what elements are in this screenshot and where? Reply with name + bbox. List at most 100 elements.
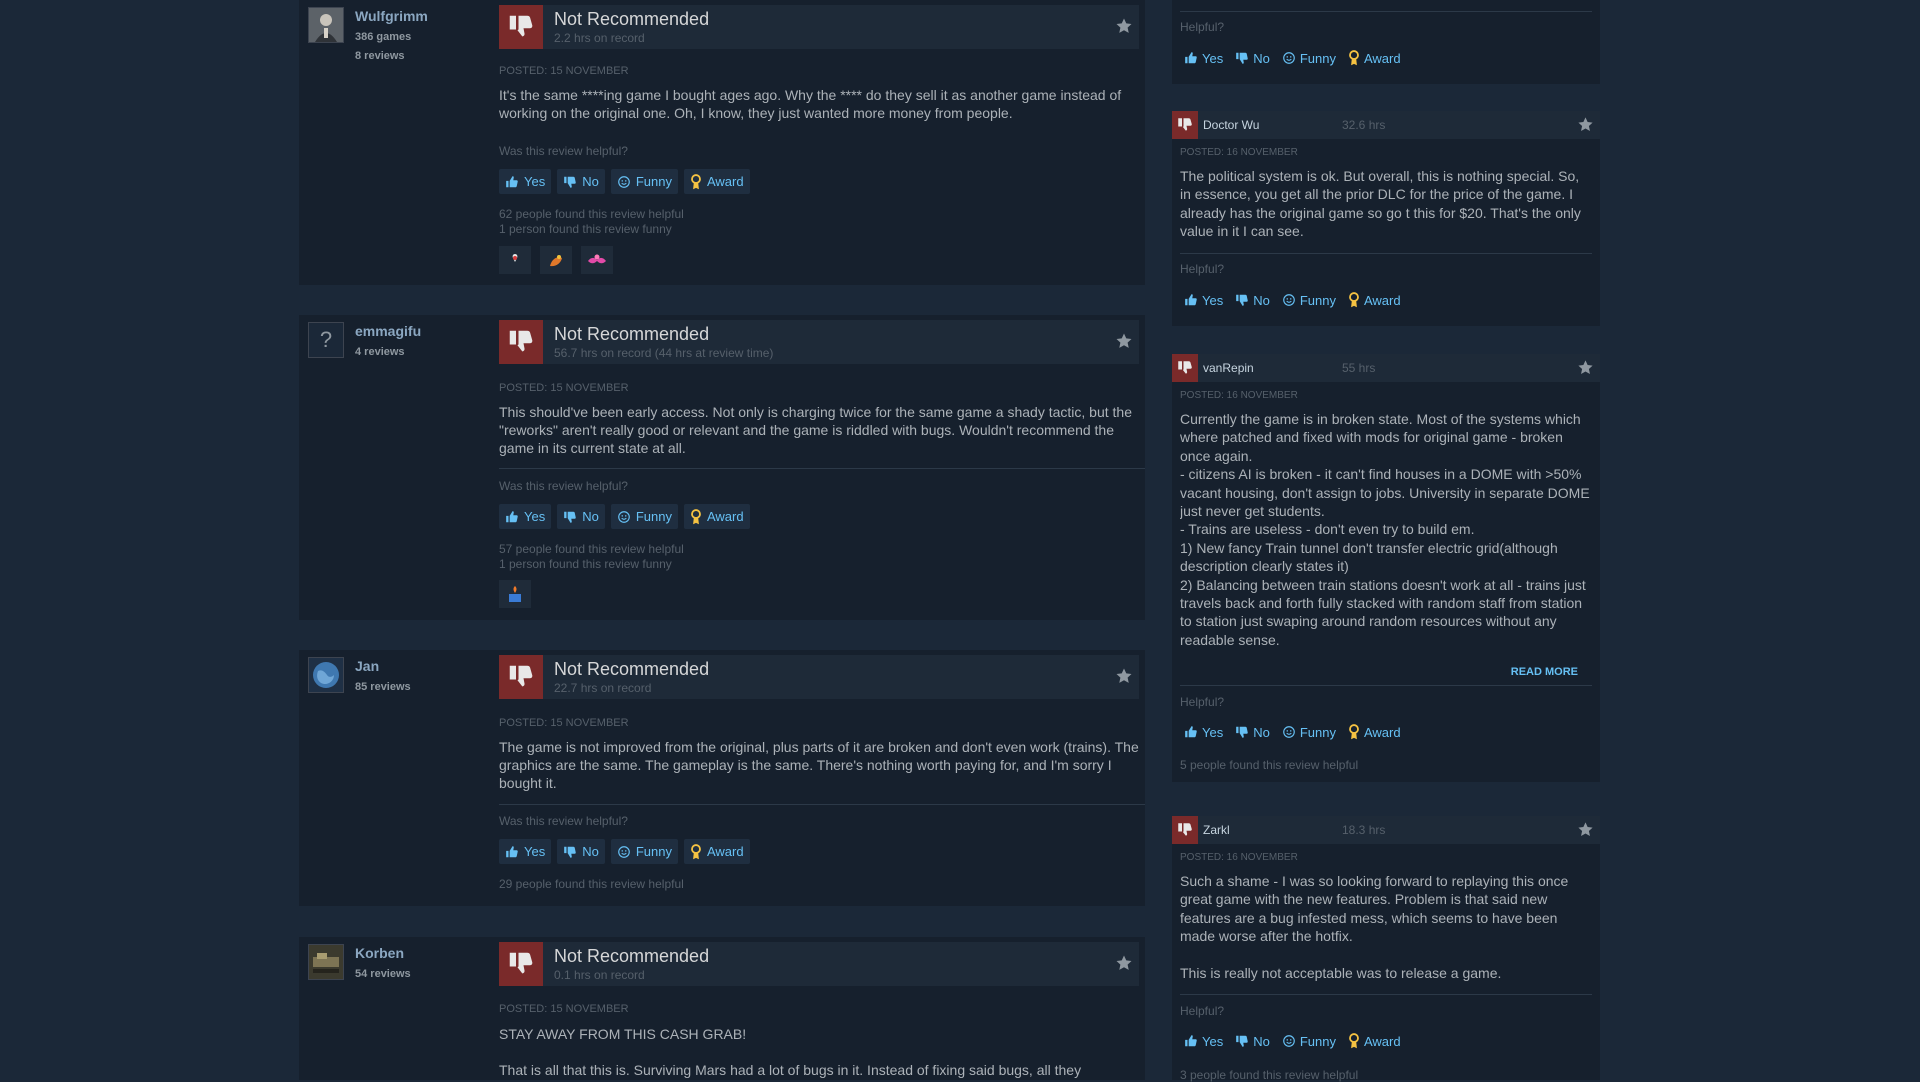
award-badge-icon[interactable] bbox=[499, 246, 531, 274]
author-name[interactable]: Wulfgrimm bbox=[355, 8, 428, 24]
no-label: No bbox=[1253, 292, 1270, 308]
award-button[interactable]: Award bbox=[683, 839, 750, 864]
posted-date: Posted: 15 November bbox=[499, 65, 629, 77]
author-name[interactable]: Doctor Wu bbox=[1203, 118, 1259, 132]
review-card: Jan 85 reviews Not Recommended 22.7 hrs … bbox=[299, 650, 1145, 906]
review-text: The game is not improved from the origin… bbox=[499, 739, 1139, 791]
yes-button[interactable]: Yes bbox=[1180, 46, 1227, 70]
vote-buttons: Yes No Funny Award bbox=[1180, 720, 1405, 744]
star-icon[interactable] bbox=[1115, 17, 1133, 35]
thumbs-up-icon bbox=[1185, 726, 1197, 738]
avatar[interactable] bbox=[308, 657, 344, 693]
funny-button[interactable]: Funny bbox=[1278, 46, 1340, 70]
funny-label: Funny bbox=[1299, 292, 1336, 308]
yes-button[interactable]: Yes bbox=[1180, 720, 1227, 744]
yes-button[interactable]: Yes bbox=[1180, 288, 1227, 312]
award-badge-icon[interactable] bbox=[581, 246, 613, 274]
author-reviews-count[interactable]: 85 reviews bbox=[355, 681, 411, 693]
smiley-icon bbox=[1283, 1035, 1295, 1047]
funny-button[interactable]: Funny bbox=[610, 169, 678, 194]
star-icon[interactable] bbox=[1115, 954, 1133, 972]
no-button[interactable]: No bbox=[1231, 46, 1274, 70]
award-icon bbox=[1349, 724, 1359, 740]
yes-button[interactable]: Yes bbox=[499, 169, 552, 194]
author-reviews-count[interactable]: 4 reviews bbox=[355, 346, 405, 358]
review-header[interactable]: vanRepin 55 hrs bbox=[1172, 354, 1600, 382]
award-button[interactable]: Award bbox=[1344, 288, 1405, 312]
review-header[interactable]: Doctor Wu 32.6 hrs bbox=[1172, 111, 1600, 139]
author-name[interactable]: Zarkl bbox=[1203, 823, 1230, 837]
posted-date: Posted: 16 November bbox=[1180, 147, 1298, 158]
no-button[interactable]: No bbox=[1231, 288, 1274, 312]
funny-button[interactable]: Funny bbox=[1278, 1029, 1340, 1053]
yes-label: Yes bbox=[524, 844, 546, 859]
star-icon[interactable] bbox=[1577, 116, 1594, 133]
award-badge-icon[interactable] bbox=[540, 246, 572, 274]
author-name[interactable]: Korben bbox=[355, 945, 404, 961]
thumbs-down-icon bbox=[499, 5, 543, 49]
no-button[interactable]: No bbox=[557, 839, 605, 864]
star-icon[interactable] bbox=[1577, 821, 1594, 838]
funny-button[interactable]: Funny bbox=[610, 504, 678, 529]
award-button[interactable]: Award bbox=[1344, 46, 1405, 70]
avatar[interactable]: ? bbox=[308, 322, 344, 358]
award-button[interactable]: Award bbox=[1344, 720, 1405, 744]
found-helpful-count: 5 people found this review helpful bbox=[1180, 758, 1359, 772]
funny-label: Funny bbox=[635, 174, 672, 189]
author-name[interactable]: Jan bbox=[355, 658, 379, 674]
review-header[interactable]: Zarkl 18.3 hrs bbox=[1172, 816, 1600, 844]
star-icon[interactable] bbox=[1115, 332, 1133, 350]
posted-date: Posted: 15 November bbox=[499, 717, 629, 729]
hours-on-record: 0.1 hrs on record bbox=[554, 968, 645, 982]
yes-button[interactable]: Yes bbox=[499, 504, 552, 529]
funny-button[interactable]: Funny bbox=[1278, 288, 1340, 312]
award-icon bbox=[691, 173, 701, 189]
thumbs-up-icon bbox=[1185, 52, 1197, 64]
helpful-question: Was this review helpful? bbox=[499, 479, 628, 493]
vote-header[interactable]: Not Recommended 56.7 hrs on record (44 h… bbox=[499, 320, 1139, 364]
smiley-icon bbox=[618, 175, 630, 188]
review-text: The political system is ok. But overall,… bbox=[1180, 168, 1581, 240]
smiley-icon bbox=[618, 510, 630, 523]
review-line: 1) New fancy Train tunnel don't transfer… bbox=[1180, 539, 1558, 575]
star-icon[interactable] bbox=[1577, 359, 1594, 376]
no-button[interactable]: No bbox=[1231, 1029, 1274, 1053]
avatar[interactable] bbox=[308, 944, 344, 980]
vote-header[interactable]: Not Recommended 0.1 hrs on record bbox=[499, 942, 1139, 986]
posted-date: Posted: 15 November bbox=[499, 382, 629, 394]
avatar[interactable] bbox=[308, 7, 344, 43]
yes-button[interactable]: Yes bbox=[499, 839, 552, 864]
no-label: No bbox=[582, 509, 599, 524]
review-line: Currently the game is in broken state. M… bbox=[1180, 411, 1581, 464]
review-text: Such a shame - I was so looking forward … bbox=[1180, 873, 1569, 945]
yes-label: Yes bbox=[524, 174, 546, 189]
yes-label: Yes bbox=[524, 509, 546, 524]
award-button[interactable]: Award bbox=[1344, 1029, 1405, 1053]
funny-button[interactable]: Funny bbox=[1278, 720, 1340, 744]
divider bbox=[1180, 11, 1592, 12]
thumbs-down-icon bbox=[1236, 52, 1248, 64]
star-icon[interactable] bbox=[1115, 667, 1133, 685]
author-reviews-count[interactable]: 8 reviews bbox=[355, 50, 405, 62]
author-name[interactable]: emmagifu bbox=[355, 323, 421, 339]
award-button[interactable]: Award bbox=[683, 504, 750, 529]
award-button[interactable]: Award bbox=[683, 169, 750, 194]
award-badge-icon[interactable] bbox=[499, 580, 531, 608]
found-funny-count: 1 person found this review funny bbox=[499, 222, 672, 236]
vote-header[interactable]: Not Recommended 2.2 hrs on record bbox=[499, 5, 1139, 49]
author-name[interactable]: vanRepin bbox=[1203, 361, 1254, 375]
read-more-link[interactable]: Read More bbox=[1511, 666, 1578, 678]
funny-button[interactable]: Funny bbox=[610, 839, 678, 864]
smiley-icon bbox=[1283, 726, 1295, 738]
vote-header[interactable]: Not Recommended 22.7 hrs on record bbox=[499, 655, 1139, 699]
thumbs-up-icon bbox=[506, 510, 518, 522]
author-games-count[interactable]: 386 games bbox=[355, 31, 411, 43]
no-button[interactable]: No bbox=[1231, 720, 1274, 744]
no-button[interactable]: No bbox=[557, 504, 605, 529]
author-reviews-count[interactable]: 54 reviews bbox=[355, 968, 411, 980]
yes-button[interactable]: Yes bbox=[1180, 1029, 1227, 1053]
award-label: Award bbox=[706, 174, 744, 189]
no-button[interactable]: No bbox=[557, 169, 605, 194]
helpful-question: Helpful? bbox=[1180, 20, 1225, 34]
thumbs-down-icon bbox=[499, 942, 543, 986]
